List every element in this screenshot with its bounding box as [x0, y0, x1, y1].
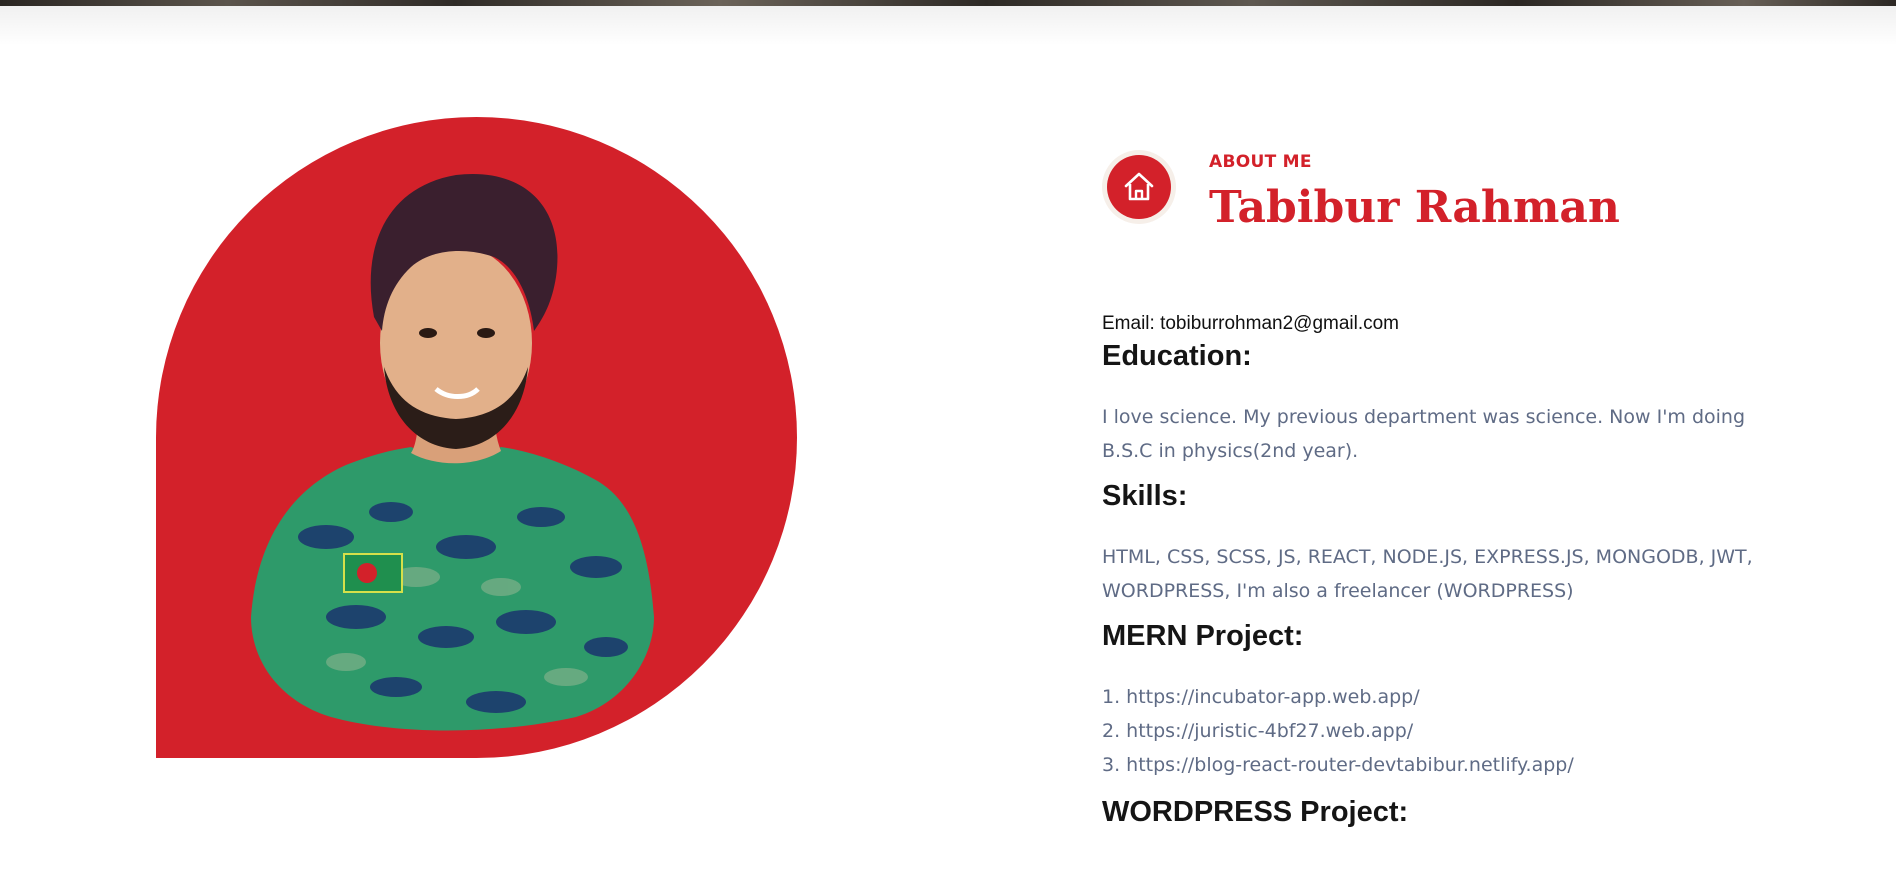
email-text: Email: tobiburrohman2@gmail.com — [1102, 313, 1400, 334]
mern-project-link[interactable]: 3. https://blog-react-router-devtabibur.… — [1102, 748, 1782, 782]
about-eyebrow: ABOUT ME — [1209, 152, 1312, 172]
wordpress-project-heading: WORDPRESS Project: — [1102, 796, 1409, 828]
profile-photo — [156, 117, 797, 758]
profile-photo-illustration — [251, 173, 654, 731]
mern-project-heading: MERN Project: — [1102, 620, 1304, 652]
about-icon-circle — [1107, 155, 1171, 219]
skills-heading: Skills: — [1102, 480, 1188, 512]
skills-text: HTML, CSS, SCSS, JS, REACT, NODE.JS, EXP… — [1102, 546, 1753, 602]
about-icon-ring — [1102, 150, 1176, 224]
profile-details: Email: tobiburrohman2@gmail.com Educatio… — [1102, 310, 1782, 830]
mern-project-link[interactable]: 2. https://juristic-4bf27.web.app/ — [1102, 714, 1782, 748]
header-image-strip — [0, 0, 1896, 46]
mern-project-list: 1. https://incubator-app.web.app/ 2. htt… — [1102, 680, 1782, 782]
mern-project-link[interactable]: 1. https://incubator-app.web.app/ — [1102, 680, 1782, 714]
home-icon — [1124, 172, 1154, 201]
education-heading: Education: — [1102, 340, 1252, 372]
person-name: Tabibur Rahman — [1209, 182, 1620, 233]
education-text: I love science. My previous department w… — [1102, 406, 1746, 462]
